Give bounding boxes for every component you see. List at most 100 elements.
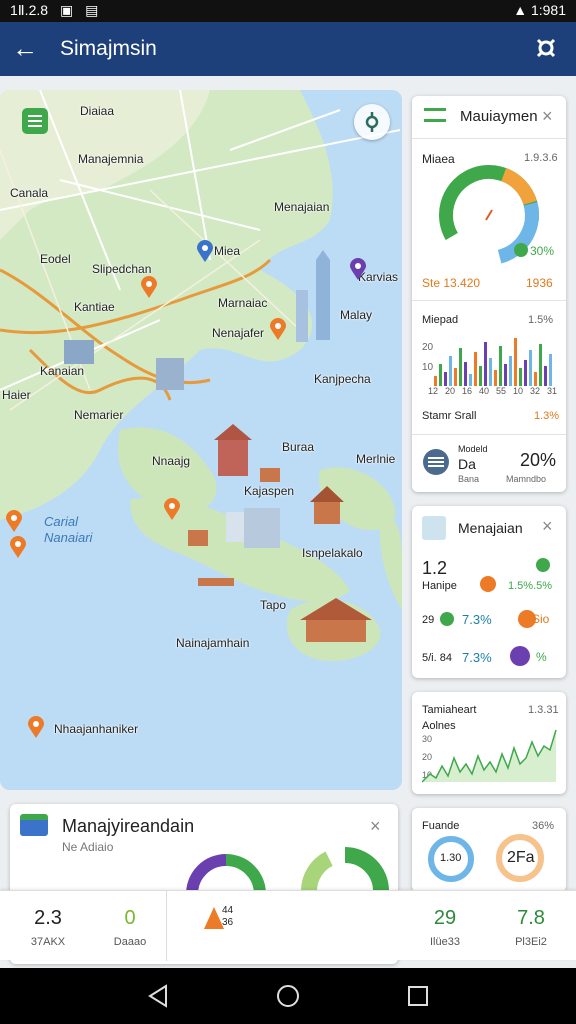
panel-value: 36% xyxy=(532,820,555,832)
map-label[interactable]: Kantiae xyxy=(74,300,115,314)
map-label[interactable]: Miea xyxy=(214,244,240,258)
map-label[interactable]: Nainajamhain xyxy=(176,636,249,650)
close-icon[interactable]: × xyxy=(542,516,553,537)
bar xyxy=(464,362,467,386)
status-bar: 1Ⅱ.2.8 ▣ ▤ ▲ 1:981 xyxy=(0,0,576,22)
map-label[interactable]: Manajemnia xyxy=(78,152,143,166)
stat-label: 37AKX xyxy=(30,936,66,948)
map-terrain xyxy=(0,90,402,790)
row1-sub: Hanipe xyxy=(422,580,457,592)
map-label[interactable]: Malay xyxy=(340,308,372,322)
bar xyxy=(549,354,552,386)
map-label[interactable]: Menajaian xyxy=(274,200,329,214)
donut-pct: 30% xyxy=(530,244,555,258)
model-pct: 20% xyxy=(520,450,557,470)
map-label[interactable]: Nenajafer xyxy=(212,326,264,340)
layers-icon[interactable] xyxy=(22,108,48,134)
bar xyxy=(544,366,547,386)
ring-left: 1.30 xyxy=(428,836,474,882)
row2-right: Sio xyxy=(532,612,550,626)
stat-label: Ilüe33 xyxy=(430,936,460,948)
bars-foot-right: 1.3% xyxy=(534,410,560,422)
row1-left: 1.2 xyxy=(422,558,448,578)
stat-item[interactable]: 7.8 Pl3Ei2 xyxy=(496,907,566,948)
thumbnail-icon xyxy=(422,516,446,540)
map-label[interactable]: Tapo xyxy=(260,598,286,612)
bar xyxy=(509,356,512,386)
status-right: ▲ 1:981 xyxy=(513,2,566,18)
bar xyxy=(519,368,522,386)
close-icon[interactable]: × xyxy=(370,816,381,837)
stat-item[interactable]: 2.3 37AKX xyxy=(18,907,78,948)
bar xyxy=(514,338,517,386)
map-label[interactable]: Kanaian xyxy=(40,364,84,378)
map-view[interactable]: Diaiaa Manajemnia Canala Eodel Slipedcha… xyxy=(0,90,402,790)
map-label[interactable]: Marnaiac xyxy=(218,296,267,310)
divider xyxy=(412,434,566,435)
map-label[interactable]: Slipedchan xyxy=(92,262,151,276)
stat-item[interactable]: 0 Daaao xyxy=(98,907,162,948)
map-label[interactable]: Buraa xyxy=(282,440,314,454)
map-pin-icon[interactable] xyxy=(10,536,26,558)
bar xyxy=(539,344,542,386)
map-pin-icon[interactable] xyxy=(350,258,366,280)
panel-title: Fuande xyxy=(422,820,460,832)
map-label[interactable]: Nnaajg xyxy=(152,454,190,468)
bar xyxy=(524,360,527,386)
map-pin-icon[interactable] xyxy=(141,276,157,298)
orange-dot-icon xyxy=(480,576,496,592)
ring-right-label: 2Fa xyxy=(507,849,535,866)
map-pin-icon[interactable] xyxy=(6,510,22,532)
bars-label: Miepad xyxy=(422,314,459,326)
bar xyxy=(504,364,507,386)
map-pin-icon[interactable] xyxy=(164,498,180,520)
line-chart xyxy=(422,729,557,783)
system-nav-bar xyxy=(0,968,576,1024)
map-label[interactable]: Canala xyxy=(10,186,48,200)
home-icon[interactable] xyxy=(276,984,300,1008)
map-pin-icon[interactable] xyxy=(270,318,286,340)
bar xyxy=(439,364,442,386)
map-label[interactable]: Nhaajanhaniker xyxy=(54,722,138,736)
purple-dot-icon xyxy=(510,646,530,666)
bar xyxy=(489,358,492,386)
map-label[interactable]: Merlnie xyxy=(356,452,395,466)
map-label[interactable]: Eodel xyxy=(40,252,71,266)
row3-mid: 7.3% xyxy=(462,650,492,665)
stat-item[interactable]: 29 Ilüe33 xyxy=(410,907,480,948)
card-subtitle: Ne Adiaio xyxy=(62,840,114,854)
map-label[interactable]: Nemarier xyxy=(74,408,123,422)
map-label[interactable]: Diaiaa xyxy=(80,104,114,118)
chart-title: Tamiaheart xyxy=(422,704,477,716)
bar xyxy=(494,370,497,386)
compass-icon[interactable] xyxy=(354,104,390,140)
bar-tick: 55 xyxy=(496,386,507,396)
app-bar: ← Simajmsin xyxy=(0,22,576,76)
stat-value: 0 xyxy=(124,907,136,929)
map-pin-icon[interactable] xyxy=(28,716,44,738)
menu-icon[interactable] xyxy=(424,108,446,122)
bars-axis-tick: 20 xyxy=(422,342,434,353)
map-label[interactable]: Kanjpecha xyxy=(314,372,371,386)
bar-tick: 10 xyxy=(513,386,524,396)
map-label[interactable]: Isnpelakalo xyxy=(302,546,363,560)
back-icon[interactable] xyxy=(146,984,170,1008)
back-arrow-icon[interactable]: ← xyxy=(12,34,38,62)
bar xyxy=(449,356,452,386)
map-label[interactable]: Kajaspen xyxy=(244,484,294,498)
recents-icon[interactable] xyxy=(406,984,430,1008)
map-pin-icon[interactable] xyxy=(197,240,213,262)
bar xyxy=(534,372,537,386)
close-icon[interactable]: × xyxy=(542,106,553,127)
bar-chart xyxy=(434,338,552,386)
network-icon[interactable] xyxy=(530,32,562,64)
stat-value: 29 xyxy=(433,907,457,929)
stat-label: Daaao xyxy=(113,936,147,948)
status-dot-icon xyxy=(514,243,528,257)
chart-value: 1.3.31 xyxy=(528,704,559,716)
bars-foot-left: Stamr Srall xyxy=(422,410,477,422)
line-chart-panel: Tamiaheart 1.3.31 Aolnes 30 20 10 xyxy=(412,692,566,794)
map-label[interactable]: Haier xyxy=(2,388,31,402)
bar xyxy=(444,372,447,386)
stats-bar: 2.3 37AKX 0 Daaao 44 36 29 Ilüe33 7.8 Pl… xyxy=(0,890,576,961)
